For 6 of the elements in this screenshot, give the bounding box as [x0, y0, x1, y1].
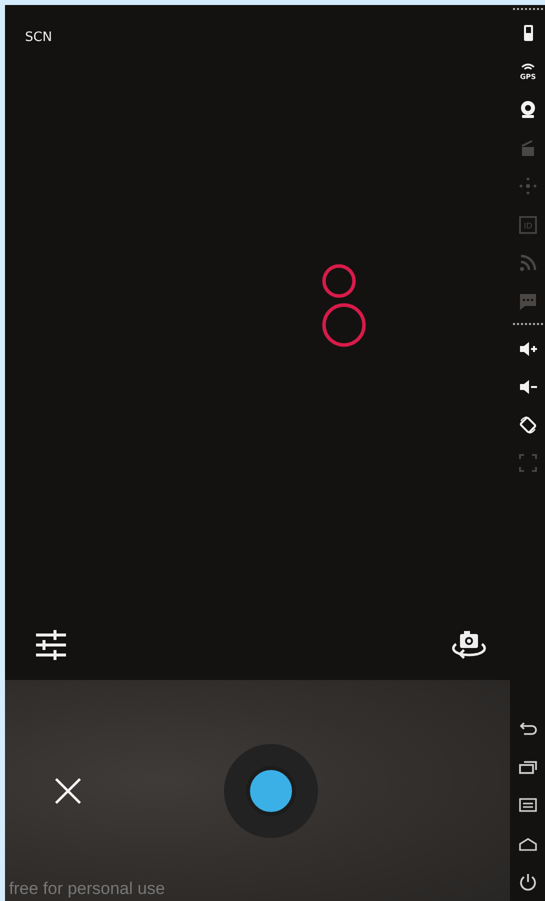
sliders-icon[interactable] [35, 630, 67, 660]
close-icon[interactable] [55, 778, 81, 804]
scene-mode-label[interactable]: SCN [25, 30, 52, 45]
power-icon[interactable] [518, 872, 538, 892]
rotate-icon[interactable] [518, 415, 538, 436]
footer-text: free for personal use [8, 879, 166, 900]
